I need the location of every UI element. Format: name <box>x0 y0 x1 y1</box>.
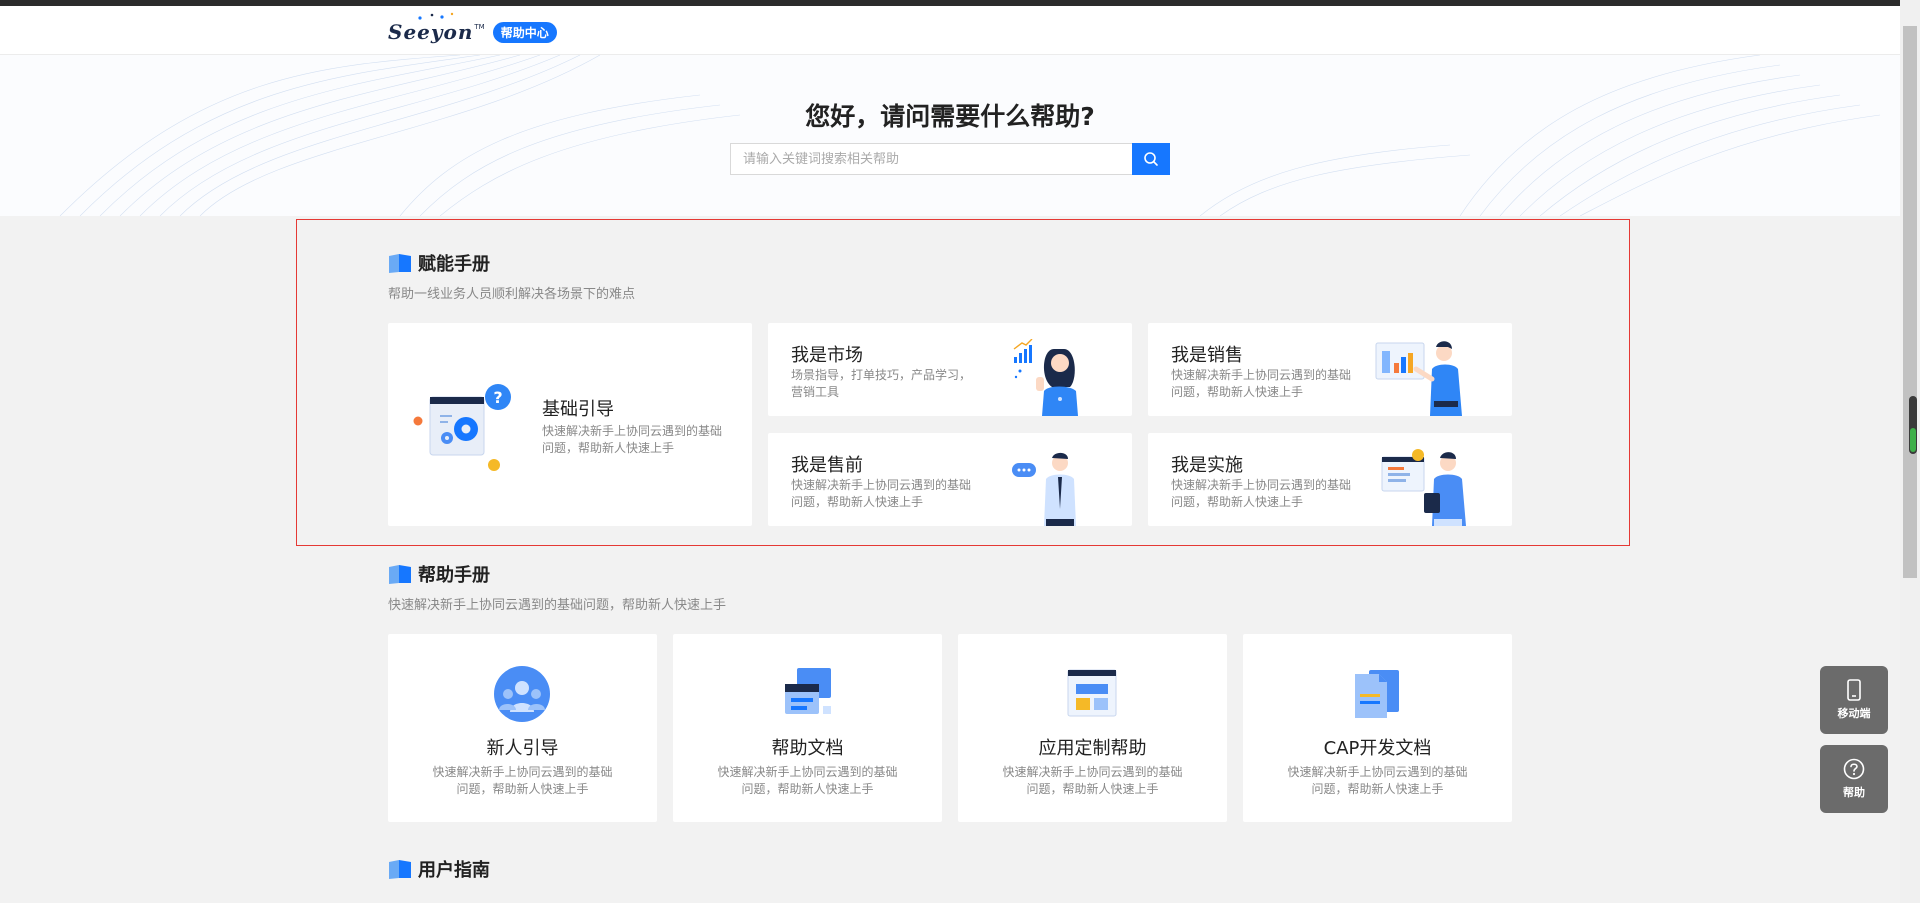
user-guide-section-heading: 用户指南 <box>388 856 490 882</box>
card-implementation-desc-2: 问题，帮助新人快速上手 <box>1171 495 1304 509</box>
card-sales-title: 我是销售 <box>1171 345 1243 366</box>
card-help-docs-desc-2: 问题，帮助新人快速上手 <box>741 782 874 796</box>
help-float-label: 帮助 <box>1843 786 1865 799</box>
card-role-implementation[interactable]: 我是实施 快速解决新手上协同云遇到的基础 问题，帮助新人快速上手 <box>1148 433 1512 526</box>
card-cap-dev-desc-2: 问题，帮助新人快速上手 <box>1311 782 1444 796</box>
card-role-market[interactable]: 我是市场 场景指导，打单技巧，产品学习， 营销工具 <box>768 323 1132 416</box>
search-input[interactable] <box>730 143 1132 175</box>
mobile-float-label: 移动端 <box>1837 707 1871 720</box>
sales-chart-illustration-icon <box>1375 341 1462 416</box>
help-center-badge[interactable]: 帮助中心 <box>492 21 557 43</box>
hero-title: 您好，请问需要什么帮助? <box>805 102 1095 131</box>
header-bar: Seeyon TM 帮助中心 <box>0 6 1900 55</box>
card-basic-guide[interactable]: ? 基础引导 快速解决新手上协同云遇到的基础 问题，帮助新人快速上手 <box>388 323 752 526</box>
card-help-docs-title: 帮助文档 <box>771 738 844 759</box>
book-icon <box>389 565 411 584</box>
user-guide-section-title: 用户指南 <box>418 860 490 881</box>
help-float-button[interactable]: 帮助 <box>1820 745 1888 813</box>
card-cap-dev-docs[interactable]: CAP开发文档 快速解决新手上协同云遇到的基础 问题，帮助新人快速上手 <box>1243 634 1512 822</box>
card-help-docs-desc-1: 快速解决新手上协同云遇到的基础 <box>717 765 898 779</box>
marketer-illustration-icon <box>1013 339 1078 416</box>
scrollbar-thumb[interactable] <box>1903 26 1917 578</box>
card-newcomer-desc-2: 问题，帮助新人快速上手 <box>456 782 589 796</box>
card-sales-desc-2: 问题，帮助新人快速上手 <box>1171 385 1304 399</box>
search-box <box>730 143 1170 175</box>
card-basic-guide-desc-2: 问题，帮助新人快速上手 <box>542 441 675 455</box>
card-help-docs[interactable]: 帮助文档 快速解决新手上协同云遇到的基础 问题，帮助新人快速上手 <box>673 634 942 822</box>
documents-icon <box>785 668 831 714</box>
card-market-desc-1: 场景指导，打单技巧，产品学习， <box>791 368 972 382</box>
card-implementation-desc-1: 快速解决新手上协同云遇到的基础 <box>1171 478 1352 492</box>
card-role-presales[interactable]: 我是售前 快速解决新手上协同云遇到的基础 问题，帮助新人快速上手 <box>768 433 1132 526</box>
card-basic-guide-desc-1: 快速解决新手上协同云遇到的基础 <box>542 424 723 438</box>
empower-section-title: 赋能手册 <box>418 254 490 275</box>
card-sales-desc-1: 快速解决新手上协同云遇到的基础 <box>1171 368 1352 382</box>
card-market-desc-2: 营销工具 <box>791 385 840 399</box>
mobile-phone-icon <box>1847 679 1861 701</box>
file-stack-icon <box>1355 670 1399 718</box>
hero-wave-background-icon <box>59 55 1881 216</box>
card-presales-desc-1: 快速解决新手上协同云遇到的基础 <box>791 478 972 492</box>
scroll-indicator-active <box>1910 428 1916 452</box>
logo-text: Seeyon <box>388 20 474 44</box>
card-presales-desc-2: 问题，帮助新人快速上手 <box>791 495 924 509</box>
empower-section-heading: 赋能手册 <box>388 250 490 276</box>
search-button[interactable] <box>1132 143 1170 175</box>
card-newcomer-title: 新人引导 <box>486 738 559 759</box>
hero-banner: 您好，请问需要什么帮助? <box>0 55 1900 216</box>
presales-speaker-illustration-icon <box>1012 452 1076 526</box>
logo-tm: TM <box>474 23 485 31</box>
app-window-icon <box>1067 669 1117 717</box>
card-app-custom-desc-1: 快速解决新手上协同云遇到的基础 <box>1002 765 1183 779</box>
gear-window-icon: ? <box>413 384 511 471</box>
card-newcomer-guide[interactable]: 新人引导 快速解决新手上协同云遇到的基础 问题，帮助新人快速上手 <box>388 634 657 822</box>
card-cap-dev-title: CAP开发文档 <box>1323 738 1432 759</box>
book-icon <box>389 860 411 879</box>
help-manual-section-subtitle: 快速解决新手上协同云遇到的基础问题，帮助新人快速上手 <box>388 598 727 613</box>
card-implementation-title: 我是实施 <box>1171 455 1243 476</box>
question-circle-icon <box>1843 758 1865 780</box>
logo[interactable]: Seeyon TM 帮助中心 <box>388 12 557 46</box>
card-market-title: 我是市场 <box>791 345 863 366</box>
mobile-float-button[interactable]: 移动端 <box>1820 666 1888 734</box>
logo-dots-icon <box>418 12 454 20</box>
card-presales-title: 我是售前 <box>791 455 863 476</box>
card-app-custom-desc-2: 问题，帮助新人快速上手 <box>1026 782 1159 796</box>
help-manual-section-heading: 帮助手册 <box>388 561 490 587</box>
card-newcomer-desc-1: 快速解决新手上协同云遇到的基础 <box>432 765 613 779</box>
help-manual-section-title: 帮助手册 <box>418 565 490 586</box>
users-group-icon <box>494 666 550 722</box>
implementer-illustration-icon <box>1381 449 1466 526</box>
page: Seeyon TM 帮助中心 您好，请问需要什么帮助? 请输入关键词搜索相关帮助… <box>0 0 1920 903</box>
card-app-custom-help[interactable]: 应用定制帮助 快速解决新手上协同云遇到的基础 问题，帮助新人快速上手 <box>958 634 1227 822</box>
card-basic-guide-title: 基础引导 <box>542 399 614 420</box>
search-icon <box>1144 152 1158 166</box>
card-app-custom-title: 应用定制帮助 <box>1038 738 1147 759</box>
book-icon <box>389 254 411 273</box>
svg-text:?: ? <box>493 388 502 407</box>
card-role-sales[interactable]: 我是销售 快速解决新手上协同云遇到的基础 问题，帮助新人快速上手 <box>1148 323 1512 416</box>
card-cap-dev-desc-1: 快速解决新手上协同云遇到的基础 <box>1287 765 1468 779</box>
empower-section-subtitle: 帮助一线业务人员顺利解决各场景下的难点 <box>388 287 636 302</box>
